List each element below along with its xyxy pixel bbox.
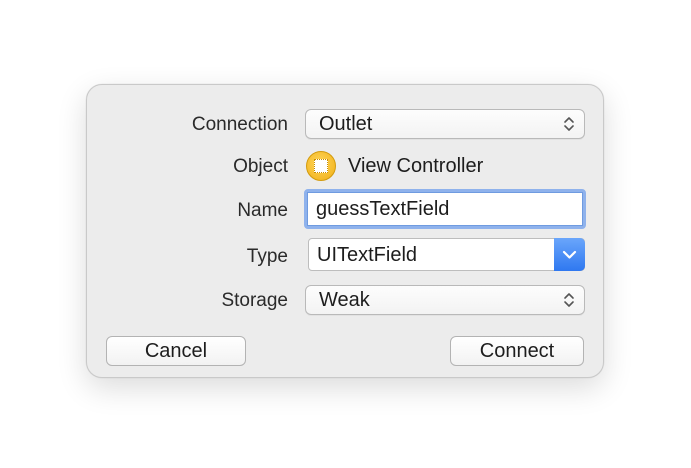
type-combo-box[interactable]: UITextField (308, 238, 585, 271)
connection-dialog: Connection Outlet Object View Controller… (86, 84, 604, 378)
storage-label: Storage (221, 290, 288, 311)
type-label: Type (246, 246, 288, 267)
updown-chevron-icon (564, 117, 574, 131)
view-controller-icon (306, 151, 336, 181)
object-label: Object (233, 156, 288, 177)
name-field[interactable] (307, 192, 583, 226)
storage-popup[interactable]: Weak (305, 285, 585, 315)
name-label: Name (237, 200, 288, 221)
name-field-focus-ring (304, 189, 586, 229)
type-dropdown-button[interactable] (554, 238, 585, 271)
object-value: View Controller (348, 155, 484, 177)
chevron-down-icon (562, 250, 577, 259)
connection-popup[interactable]: Outlet (305, 109, 585, 139)
connect-button[interactable]: Connect (450, 336, 584, 366)
connection-label: Connection (191, 114, 288, 135)
connection-value: Outlet (319, 113, 373, 135)
cancel-button[interactable]: Cancel (106, 336, 246, 366)
storage-value: Weak (319, 289, 370, 311)
type-value: UITextField (317, 244, 418, 266)
updown-chevron-icon (564, 293, 574, 307)
